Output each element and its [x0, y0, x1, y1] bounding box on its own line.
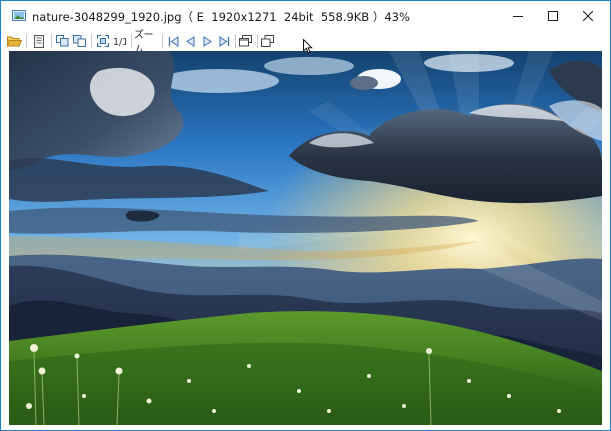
window-title: nature-3048299_1920.jpg（ E 1920x1271 24b… [32, 10, 410, 24]
fit-window-button[interactable] [94, 32, 111, 50]
image-display[interactable] [9, 51, 602, 425]
next-image-button[interactable] [199, 32, 216, 50]
copy-button[interactable] [54, 32, 71, 50]
actual-size-button[interactable]: 1/1 [111, 32, 128, 50]
last-image-icon [219, 35, 230, 47]
minimize-icon [512, 16, 523, 17]
landscape-photo [9, 51, 602, 425]
window-list-button[interactable] [237, 32, 254, 50]
last-image-button[interactable] [216, 32, 233, 50]
minimize-button[interactable] [501, 1, 534, 31]
zoom-button[interactable]: ズーム [134, 30, 160, 56]
toolbar-separator [235, 34, 236, 48]
fit-window-icon [96, 35, 109, 47]
maximize-icon [547, 11, 558, 21]
toolbar-separator [51, 34, 52, 48]
open-folder-icon [6, 36, 22, 47]
close-button[interactable] [571, 1, 604, 31]
mouse-cursor-icon [303, 39, 313, 54]
previous-image-icon [186, 35, 195, 47]
actual-size-icon: 1/1 [113, 37, 126, 47]
toolbar-separator [257, 34, 258, 48]
next-image-icon [203, 35, 212, 47]
paste-button[interactable] [71, 32, 88, 50]
document-icon [34, 34, 44, 48]
title-bar[interactable]: nature-3048299_1920.jpg（ E 1920x1271 24b… [1, 1, 610, 31]
first-image-icon [168, 35, 179, 47]
svg-text:1/1: 1/1 [113, 37, 126, 47]
image-viewer-window: nature-3048299_1920.jpg（ E 1920x1271 24b… [0, 0, 611, 431]
close-icon [582, 11, 593, 21]
open-button[interactable] [5, 32, 23, 50]
previous-image-button[interactable] [182, 32, 199, 50]
first-image-button[interactable] [165, 32, 182, 50]
toolbar-separator [162, 34, 163, 48]
new-window-icon [261, 35, 274, 47]
new-window-button[interactable] [259, 32, 276, 50]
paste-icon [73, 35, 86, 47]
toolbar-separator [91, 34, 92, 48]
maximize-button[interactable] [536, 1, 569, 31]
toolbar-separator [131, 34, 132, 48]
file-info-button[interactable] [30, 32, 48, 50]
image-file-icon [12, 10, 26, 21]
copy-icon [56, 35, 69, 47]
window-list-icon [239, 35, 252, 47]
toolbar-separator [26, 34, 27, 48]
